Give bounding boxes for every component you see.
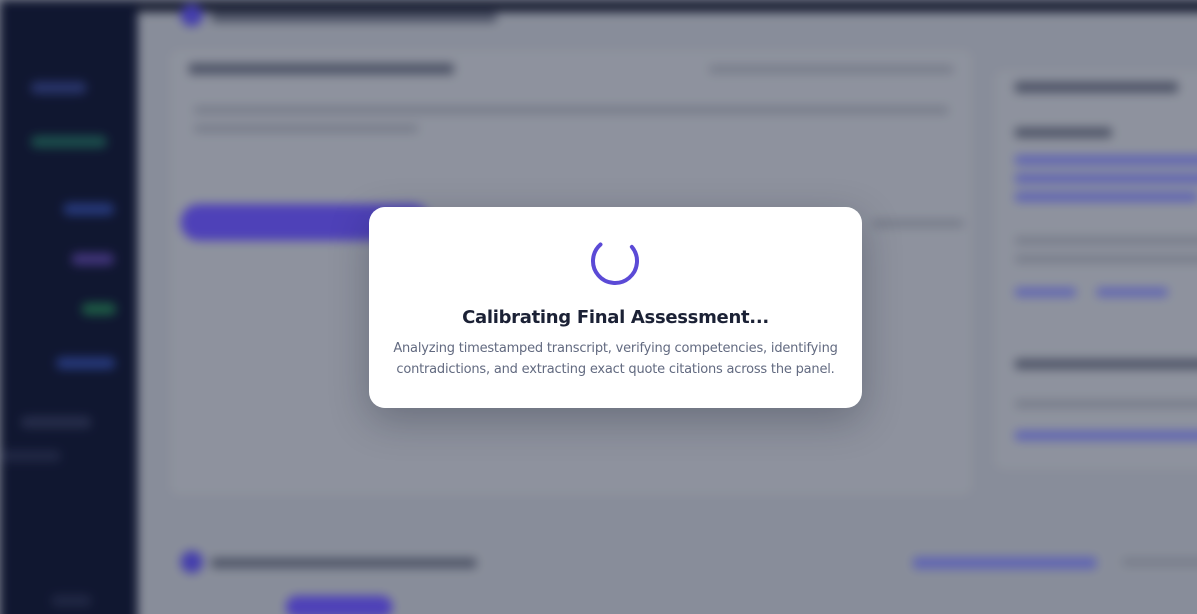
loading-spinner-icon [591, 237, 639, 285]
modal-description: Analyzing timestamped transcript, verify… [393, 341, 838, 377]
loading-modal: Calibrating Final Assessment... Analyzin… [369, 207, 862, 408]
modal-title: Calibrating Final Assessment... [462, 307, 769, 328]
